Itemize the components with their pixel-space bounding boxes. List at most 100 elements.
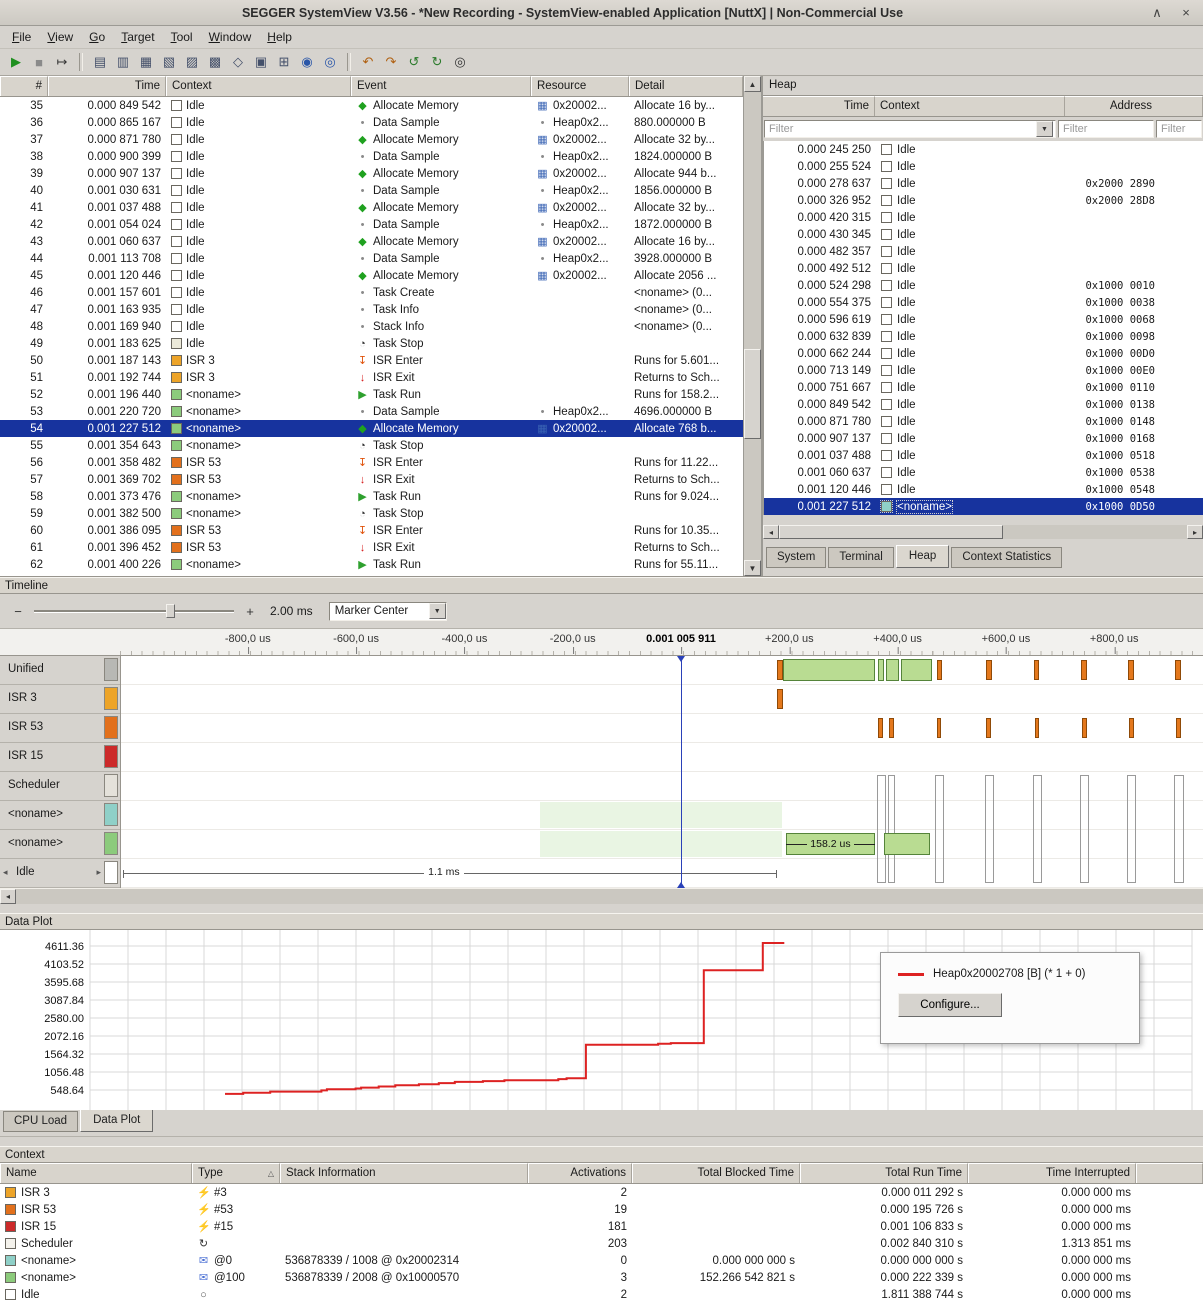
menu-tool[interactable]: Tool [163,28,201,46]
timeline-row-noname[interactable]: <noname> [0,801,120,830]
timeline-activity-outline[interactable] [1127,775,1136,883]
column-header-stack-information[interactable]: Stack Information [280,1163,528,1183]
heap-row[interactable]: 0.000 482 357Idle [764,243,1203,260]
event-row[interactable]: 600.001 386 095ISR 53↧ISR EnterRuns for … [0,522,743,539]
go-to-next-event-button[interactable]: ↷ [380,51,402,73]
event-row[interactable]: 530.001 220 720<noname>•Data Sample•Heap… [0,403,743,420]
event-row[interactable]: 580.001 373 476<noname>▶Task RunRuns for… [0,488,743,505]
scrollbar-track[interactable] [744,92,761,560]
timeline-event-tick[interactable] [1175,660,1180,680]
event-row[interactable]: 620.001 400 226<noname>▶Task RunRuns for… [0,556,743,573]
close-window-icon[interactable]: × [1174,4,1198,22]
menu-view[interactable]: View [39,28,81,46]
go-to-timestamp-button[interactable]: ◎ [449,51,471,73]
menu-window[interactable]: Window [201,28,260,46]
timeline-activity-outline[interactable] [935,775,944,883]
event-row[interactable]: 420.001 054 024Idle•Data Sample•Heap0x2.… [0,216,743,233]
zoom-slider-track[interactable] [34,610,234,613]
context-row[interactable]: ISR 53⚡#53190.000 195 726 s0.000 000 ms [0,1201,1203,1218]
heap-row[interactable]: 0.000 662 244Idle0x1000 00D0 [764,345,1203,362]
show-memory-window-button[interactable]: ⊞ [273,51,295,73]
show-data-plot-window-button[interactable]: ▨ [181,51,203,73]
extra-filter-input[interactable] [1159,122,1199,136]
timeline-event-tick[interactable] [1035,718,1040,738]
timeline-ruler[interactable]: -800,0 us-600,0 us-400,0 us-200,0 us0.00… [0,629,1203,656]
timeline-row-isr-3[interactable]: ISR 3 [0,685,120,714]
start-recording-button[interactable]: ▶ [5,51,27,73]
timeline-activity-outline[interactable] [1033,775,1042,883]
event-row[interactable]: 410.001 037 488Idle◆Allocate Memory▦0x20… [0,199,743,216]
go-to-previous-context-button[interactable]: ↺ [403,51,425,73]
show-timeline-window-button[interactable]: ▦ [135,51,157,73]
heap-row[interactable]: 0.001 060 637Idle0x1000 0538 [764,464,1203,481]
scrollbar-thumb[interactable] [779,525,1003,539]
column-header-time[interactable]: Time [763,96,875,116]
event-row[interactable]: 390.000 907 137Idle◆Allocate Memory▦0x20… [0,165,743,182]
scroll-left-icon[interactable]: ◂ [763,525,779,539]
column-header-time-interrupted[interactable]: Time Interrupted [968,1163,1136,1183]
timeline-activity-block[interactable] [878,659,884,681]
timeline-activity-outline[interactable] [877,775,886,883]
timeline-event-tick[interactable] [1081,660,1086,680]
heap-row[interactable]: 0.001 037 488Idle0x1000 0518 [764,447,1203,464]
timeline-activity-block[interactable] [901,659,932,681]
event-row[interactable]: 550.001 354 643<noname>◔Task Stop [0,437,743,454]
timeline-horizontal-scrollbar[interactable]: ◂ [0,888,1203,904]
timeline-event-tick[interactable] [1129,718,1134,738]
heap-row[interactable]: 0.001 227 512<noname>0x1000 0D50 [764,498,1203,515]
show-heap-window-button[interactable]: ◇ [227,51,249,73]
timeline-row-unified[interactable]: Unified [0,656,120,685]
scroll-down-icon[interactable]: ▼ [744,560,761,576]
timeline-row-idle[interactable]: Idle◂▸ [0,859,120,888]
zoom-out-button[interactable]: − [10,603,26,619]
tab-system[interactable]: System [766,547,826,568]
event-row[interactable]: 450.001 120 446Idle◆Allocate Memory▦0x20… [0,267,743,284]
timeline-event-tick[interactable] [889,718,894,738]
menu-help[interactable]: Help [259,28,300,46]
column-header-resource[interactable]: Resource [531,76,629,96]
tab-cpu-load[interactable]: CPU Load [3,1111,78,1132]
column-header-address[interactable]: Address [1065,96,1203,116]
menu-file[interactable]: File [4,28,39,46]
address-filter-input[interactable] [1061,122,1151,136]
timeline-scroll-left-icon[interactable]: ◂ [3,867,8,878]
heap-row[interactable]: 0.000 554 375Idle0x1000 0038 [764,294,1203,311]
show-context-window-button[interactable]: ▣ [250,51,272,73]
scroll-left-icon[interactable]: ◂ [0,889,16,904]
column-header-activations[interactable]: Activations [528,1163,632,1183]
event-row[interactable]: 370.000 871 780Idle◆Allocate Memory▦0x20… [0,131,743,148]
read-recorded-data-button[interactable]: ↦ [51,51,73,73]
timeline-scroll-right-icon[interactable]: ▸ [96,867,101,878]
timeline-row-scheduler[interactable]: Scheduler [0,772,120,801]
chevron-down-icon[interactable]: ▼ [429,603,446,619]
timeline-event-tick[interactable] [878,718,883,738]
column-header-time[interactable]: Time [48,76,166,96]
scrollbar-thumb[interactable] [744,349,761,439]
timeline-event-tick[interactable] [1034,660,1039,680]
scrollbar-track[interactable] [779,525,1187,539]
heap-row[interactable]: 0.000 849 542Idle0x1000 0138 [764,396,1203,413]
timeline-activity-outline[interactable] [1080,775,1089,883]
column-header-type[interactable]: Type△ [192,1163,280,1183]
column-header-context[interactable]: Context [875,96,1065,116]
tab-context-statistics[interactable]: Context Statistics [951,547,1062,568]
heap-row[interactable]: 0.000 430 345Idle [764,226,1203,243]
heap-row[interactable]: 0.000 713 149Idle0x1000 00E0 [764,362,1203,379]
heap-row[interactable]: 0.000 255 524Idle [764,158,1203,175]
event-row[interactable]: 430.001 060 637Idle◆Allocate Memory▦0x20… [0,233,743,250]
heap-row[interactable]: 0.000 907 137Idle0x1000 0168 [764,430,1203,447]
column-header-name[interactable]: Name [0,1163,192,1183]
event-row[interactable]: 380.000 900 399Idle•Data Sample•Heap0x2.… [0,148,743,165]
event-row[interactable]: 520.001 196 440<noname>▶Task RunRuns for… [0,386,743,403]
context-row[interactable]: <noname>✉@0536878339 / 1008 @ 0x20002314… [0,1252,1203,1269]
timeline-activity-block[interactable] [886,659,899,681]
zoom-in-button[interactable]: ◉ [296,51,318,73]
timeline-event-tick[interactable] [986,660,991,680]
chevron-down-icon[interactable]: ▼ [1036,121,1053,137]
event-row[interactable]: 440.001 113 708Idle•Data Sample•Heap0x2.… [0,250,743,267]
event-row[interactable]: 570.001 369 702ISR 53↓ISR ExitReturns to… [0,471,743,488]
timeline-activity-outline[interactable] [1174,775,1183,883]
zoom-out-button[interactable]: ◎ [319,51,341,73]
address-filter[interactable] [1058,120,1154,138]
heap-row[interactable]: 0.000 420 315Idle [764,209,1203,226]
